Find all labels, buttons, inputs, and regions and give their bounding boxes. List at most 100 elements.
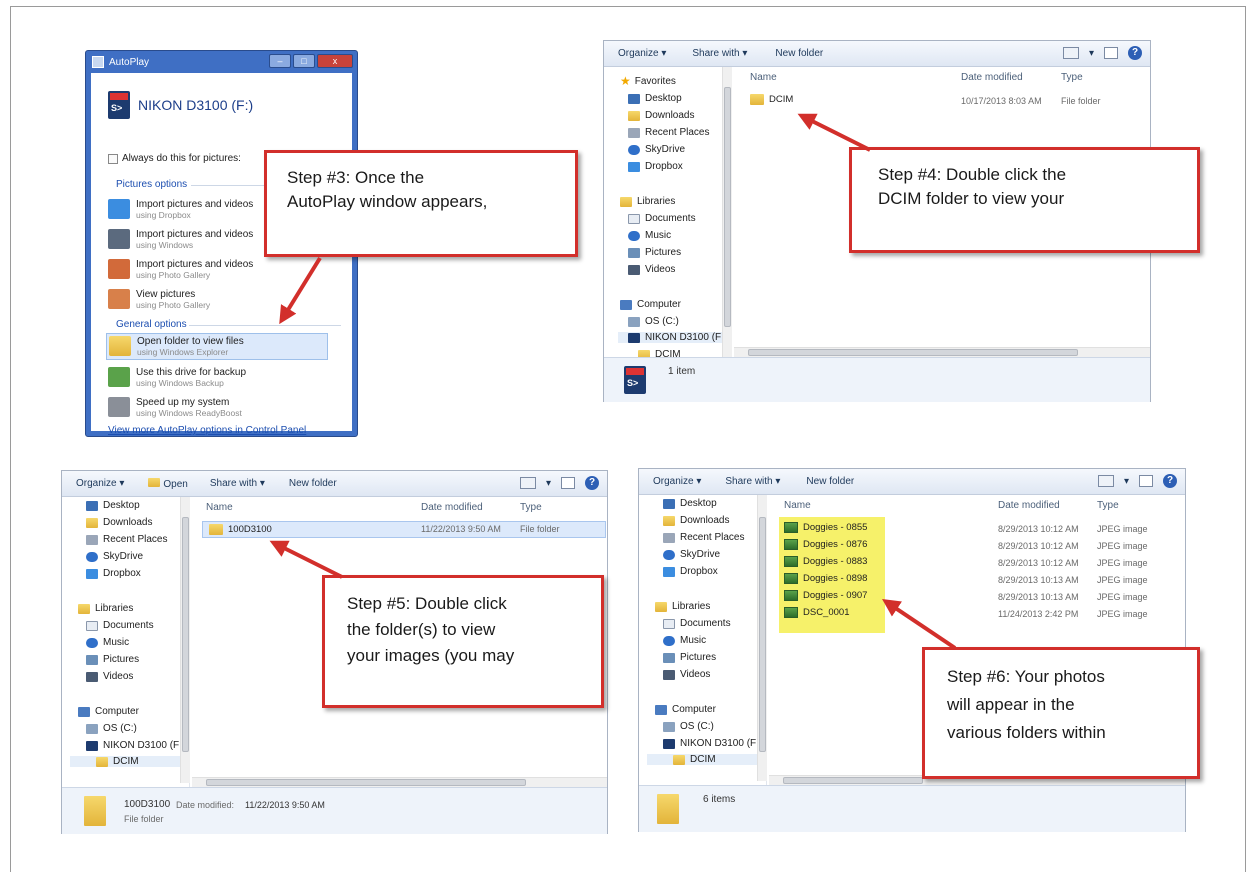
file-row[interactable]: Doggies - 0898: [784, 573, 867, 584]
nav-skydrive[interactable]: SkyDrive: [86, 551, 143, 562]
organize-button[interactable]: Organize ▾: [618, 48, 666, 59]
nav-videos[interactable]: Videos: [86, 671, 133, 682]
column-date[interactable]: Date modified: [421, 502, 483, 513]
help-icon[interactable]: ?: [1128, 46, 1142, 60]
nav-computer[interactable]: Computer: [78, 706, 139, 717]
column-name[interactable]: Name: [750, 72, 777, 83]
view-options-icon[interactable]: [1097, 475, 1114, 487]
scroll-thumb[interactable]: [759, 517, 766, 752]
nav-desktop[interactable]: Desktop: [628, 93, 682, 104]
column-date[interactable]: Date modified: [961, 72, 1023, 83]
nav-documents[interactable]: Documents: [86, 620, 154, 631]
nav-documents[interactable]: Documents: [628, 213, 696, 224]
nav-os-drive[interactable]: OS (C:): [628, 316, 679, 327]
nav-pictures[interactable]: Pictures: [628, 247, 681, 258]
column-type[interactable]: Type: [1097, 500, 1119, 511]
always-do-checkbox[interactable]: Always do this for pictures:: [108, 153, 241, 164]
organize-button[interactable]: Organize ▾: [653, 476, 701, 487]
nav-downloads[interactable]: Downloads: [628, 110, 694, 121]
checkbox-icon[interactable]: [108, 153, 118, 164]
organize-button[interactable]: Organize ▾: [76, 478, 124, 489]
close-icon[interactable]: x: [317, 54, 353, 68]
column-name[interactable]: Name: [784, 500, 811, 511]
nav-nikon-drive[interactable]: NIKON D3100 (F:: [663, 738, 759, 749]
import-photo-gallery-option[interactable]: Import pictures and videos using Photo Ga…: [108, 259, 328, 280]
content-hscrollbar[interactable]: [192, 777, 607, 787]
nav-skydrive[interactable]: SkyDrive: [663, 549, 720, 560]
view-dropdown[interactable]: ▾: [1089, 48, 1094, 59]
view-dropdown[interactable]: ▾: [546, 478, 551, 489]
nav-documents[interactable]: Documents: [663, 618, 731, 629]
share-with-button[interactable]: Share with ▾: [725, 476, 780, 487]
nav-dropbox[interactable]: Dropbox: [86, 568, 141, 579]
scroll-thumb[interactable]: [206, 779, 526, 786]
help-icon[interactable]: ?: [1163, 474, 1177, 488]
nav-computer[interactable]: Computer: [655, 704, 716, 715]
nav-music[interactable]: Music: [86, 637, 129, 648]
control-panel-link[interactable]: View more AutoPlay options in Control Pa…: [108, 425, 306, 436]
nav-desktop[interactable]: Desktop: [663, 498, 717, 509]
scroll-thumb[interactable]: [783, 777, 923, 784]
share-with-button[interactable]: Share with ▾: [210, 478, 265, 489]
nav-pictures[interactable]: Pictures: [663, 652, 716, 663]
nav-computer[interactable]: Computer: [620, 299, 681, 310]
scroll-thumb[interactable]: [748, 349, 1078, 356]
file-row[interactable]: Doggies - 0855: [784, 522, 867, 533]
new-folder-button[interactable]: New folder: [775, 48, 823, 59]
nav-libraries[interactable]: Libraries: [655, 601, 710, 612]
nav-scrollbar[interactable]: [180, 497, 190, 783]
preview-pane-icon[interactable]: [1139, 475, 1153, 487]
maximize-icon[interactable]: □: [293, 54, 315, 68]
file-row-dcim[interactable]: DCIM: [750, 94, 793, 105]
preview-pane-icon[interactable]: [561, 477, 575, 489]
minimize-icon[interactable]: –: [269, 54, 291, 68]
file-row[interactable]: DSC_0001: [784, 607, 849, 618]
nav-dropbox[interactable]: Dropbox: [663, 566, 718, 577]
new-folder-button[interactable]: New folder: [806, 476, 854, 487]
nav-downloads[interactable]: Downloads: [663, 515, 729, 526]
view-pictures-option[interactable]: View pictures using Photo Gallery: [108, 289, 328, 310]
nav-desktop[interactable]: Desktop: [86, 500, 140, 511]
nav-dcim[interactable]: DCIM: [647, 754, 759, 765]
nav-music[interactable]: Music: [628, 230, 671, 241]
preview-pane-icon[interactable]: [1104, 47, 1118, 59]
nav-os-drive[interactable]: OS (C:): [663, 721, 714, 732]
file-row[interactable]: Doggies - 0876: [784, 539, 867, 550]
new-folder-button[interactable]: New folder: [289, 478, 337, 489]
column-type[interactable]: Type: [1061, 72, 1083, 83]
nav-favorites[interactable]: ★ Favorites: [620, 74, 676, 88]
readyboost-option[interactable]: Speed up my system using Windows ReadyBoo…: [108, 397, 328, 418]
scroll-thumb[interactable]: [182, 517, 189, 752]
nav-dcim[interactable]: DCIM: [70, 756, 182, 767]
file-row[interactable]: Doggies - 0907: [784, 590, 867, 601]
nav-dropbox[interactable]: Dropbox: [628, 161, 683, 172]
nav-libraries[interactable]: Libraries: [620, 196, 675, 207]
share-with-button[interactable]: Share with ▾: [692, 48, 747, 59]
nav-os-drive[interactable]: OS (C:): [86, 723, 137, 734]
content-hscrollbar[interactable]: [734, 347, 1150, 357]
help-icon[interactable]: ?: [585, 476, 599, 490]
nav-scrollbar[interactable]: [722, 67, 732, 357]
nav-recent-places[interactable]: Recent Places: [86, 534, 167, 545]
view-options-icon[interactable]: [1062, 47, 1079, 59]
view-dropdown[interactable]: ▾: [1124, 476, 1129, 487]
backup-option[interactable]: Use this drive for backup using Windows B…: [108, 367, 328, 388]
nav-libraries[interactable]: Libraries: [78, 603, 133, 614]
nav-videos[interactable]: Videos: [663, 669, 710, 680]
nav-pictures[interactable]: Pictures: [86, 654, 139, 665]
nav-downloads[interactable]: Downloads: [86, 517, 152, 528]
column-type[interactable]: Type: [520, 502, 542, 513]
column-name[interactable]: Name: [206, 502, 233, 513]
file-row[interactable]: Doggies - 0883: [784, 556, 867, 567]
open-button[interactable]: Open: [148, 477, 188, 490]
column-date[interactable]: Date modified: [998, 500, 1060, 511]
nav-recent-places[interactable]: Recent Places: [628, 127, 709, 138]
scroll-thumb[interactable]: [724, 87, 731, 327]
nav-videos[interactable]: Videos: [628, 264, 675, 275]
nav-nikon-drive[interactable]: NIKON D3100 (F:: [618, 332, 724, 343]
view-options-icon[interactable]: [519, 477, 536, 489]
nav-recent-places[interactable]: Recent Places: [663, 532, 744, 543]
open-folder-option[interactable]: Open folder to view files using Windows E…: [106, 333, 328, 360]
nav-music[interactable]: Music: [663, 635, 706, 646]
nav-scrollbar[interactable]: [757, 495, 767, 781]
